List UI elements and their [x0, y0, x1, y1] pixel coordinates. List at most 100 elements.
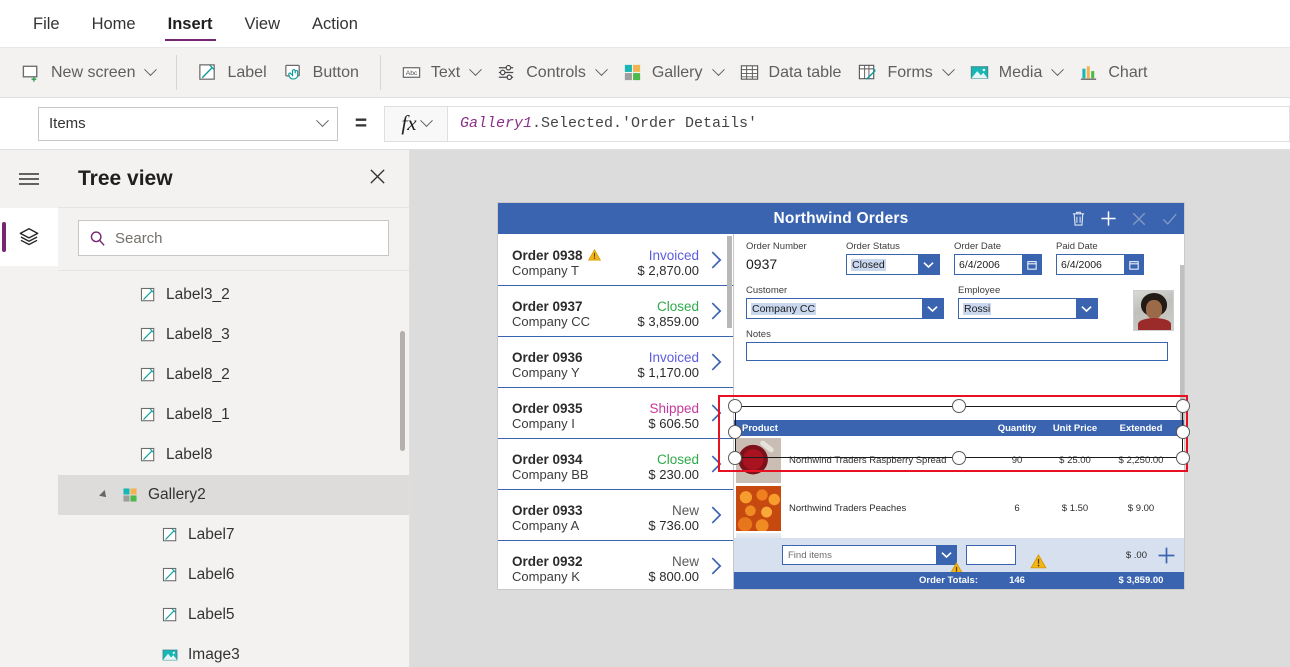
tree-node-label8[interactable]: Label8	[58, 435, 409, 475]
new-screen-button[interactable]: New screen	[13, 56, 163, 89]
button-button[interactable]: Button	[275, 56, 367, 89]
close-icon[interactable]	[364, 163, 391, 195]
cancel-icon[interactable]	[1131, 211, 1147, 227]
chevron-right-icon[interactable]	[710, 455, 723, 474]
notes-input[interactable]	[746, 342, 1168, 361]
order-date-input[interactable]: 6/4/2006	[954, 254, 1042, 275]
chevron-right-icon[interactable]	[710, 302, 723, 321]
calendar-icon[interactable]	[1022, 255, 1041, 274]
customer-dropdown[interactable]: Company CC	[746, 298, 944, 319]
employee-value: Rossi	[963, 302, 992, 315]
order-number-value: 0937	[746, 256, 778, 272]
confirm-icon[interactable]	[1161, 211, 1178, 227]
resize-handle-middle-right[interactable]	[1176, 425, 1190, 439]
chevron-down-icon	[594, 63, 608, 77]
plus-icon[interactable]	[1157, 546, 1176, 565]
chart-button[interactable]: Chart	[1070, 56, 1155, 89]
menu-item-action[interactable]: Action	[309, 4, 361, 44]
add-icon[interactable]	[1100, 210, 1117, 227]
find-items-dropdown[interactable]: Find items	[782, 545, 957, 565]
resize-handle-top-left[interactable]	[728, 399, 742, 413]
order-row-top: Order 0936 Invoiced	[512, 350, 725, 365]
tree-node-label5[interactable]: Label5	[58, 595, 409, 635]
chevron-right-icon[interactable]	[710, 557, 723, 576]
dropdown-chevron-icon[interactable]	[922, 299, 943, 318]
work-area: Tree view Search Label3_2 Label8_3 Label…	[0, 150, 1290, 667]
product-row[interactable]: Northwind Traders Peaches 6 $ 1.50 $ 9.0…	[734, 484, 1184, 532]
resize-handle-bottom-center[interactable]	[952, 451, 966, 465]
data-table-button[interactable]: Data table	[731, 56, 850, 89]
order-status-dropdown[interactable]: Closed	[846, 254, 940, 275]
resize-handle-bottom-left[interactable]	[728, 451, 742, 465]
order-row[interactable]: Order 0934 Closed Company BB $ 230.00	[498, 438, 733, 489]
controls-button[interactable]: Controls	[488, 56, 614, 89]
orders-scrollbar-thumb[interactable]	[727, 236, 732, 328]
gallery-button[interactable]: Gallery	[614, 56, 731, 89]
tree-node-list[interactable]: Label3_2 Label8_3 Label8_2 Label8_1 Labe…	[58, 271, 409, 667]
tree-expander-button[interactable]	[96, 490, 112, 500]
customer-label: Customer	[746, 285, 788, 296]
order-row[interactable]: Order 0932 New Company K $ 800.00	[498, 540, 733, 589]
fx-button[interactable]: fx	[384, 105, 448, 142]
chevron-down-icon	[419, 114, 433, 128]
resize-handle-middle-left[interactable]	[728, 425, 742, 439]
order-row[interactable]: Order 0936 Invoiced Company Y $ 1,170.00	[498, 336, 733, 387]
search-input[interactable]	[115, 229, 378, 247]
media-button[interactable]: Media	[961, 56, 1071, 89]
order-totals-amount: $ 3,859.00	[1118, 575, 1164, 586]
tree-node-label6[interactable]: Label6	[58, 555, 409, 595]
resize-handle-top-center[interactable]	[952, 399, 966, 413]
button-button-label: Button	[312, 63, 359, 81]
chevron-right-icon[interactable]	[710, 353, 723, 372]
hamburger-menu-button[interactable]	[0, 150, 58, 208]
rail-item-tree-view[interactable]	[0, 208, 58, 266]
tree-search-box[interactable]	[78, 220, 389, 256]
tree-node-gallery2[interactable]: Gallery2	[58, 475, 409, 515]
resize-handle-top-right[interactable]	[1176, 399, 1190, 413]
order-row[interactable]: Order 0933 New Company A $ 736.00	[498, 489, 733, 540]
tree-node-label7[interactable]: Label7	[58, 515, 409, 555]
text-button[interactable]: Abc Text	[393, 56, 488, 89]
tree-node-image3[interactable]: Image3	[58, 635, 409, 667]
forms-button[interactable]: Forms	[849, 56, 960, 89]
order-status: Closed	[656, 452, 699, 467]
order-id: Order 0938	[512, 248, 601, 263]
formula-rest: .Selected.'Order Details'	[532, 115, 758, 132]
order-id: Order 0935	[512, 401, 583, 416]
label-button[interactable]: Label	[189, 56, 274, 89]
app-preview: Northwind Orders Order 0938 Invoiced Com…	[498, 203, 1184, 589]
chevron-right-icon[interactable]	[710, 506, 723, 525]
order-row-top: Order 0934 Closed	[512, 452, 725, 467]
tree-node-label8_1[interactable]: Label8_1	[58, 395, 409, 435]
app-canvas[interactable]: Northwind Orders Order 0938 Invoiced Com…	[410, 150, 1290, 667]
menu-item-home[interactable]: Home	[89, 4, 139, 44]
field-order-number: Order Number 0937	[746, 241, 832, 275]
gallery-icon	[123, 488, 137, 502]
delete-icon[interactable]	[1071, 210, 1086, 227]
dropdown-chevron-icon[interactable]	[918, 255, 939, 274]
add-quantity-input[interactable]	[966, 545, 1016, 565]
menu-item-file[interactable]: File	[30, 4, 63, 44]
property-select[interactable]: Items	[38, 106, 338, 141]
detail-scrollbar-thumb[interactable]	[1180, 265, 1184, 420]
tree-node-label8_2[interactable]: Label8_2	[58, 355, 409, 395]
tree-node-label3_2[interactable]: Label3_2	[58, 275, 409, 315]
formula-input[interactable]: Gallery1 .Selected.'Order Details'	[448, 105, 1290, 142]
search-icon	[90, 230, 105, 246]
paid-date-input[interactable]: 6/4/2006	[1056, 254, 1144, 275]
chevron-right-icon[interactable]	[710, 404, 723, 423]
tree-node-label8_3[interactable]: Label8_3	[58, 315, 409, 355]
orders-gallery[interactable]: Order 0938 Invoiced Company T $ 2,870.00	[498, 234, 734, 589]
dropdown-chevron-icon[interactable]	[1076, 299, 1097, 318]
tree-scrollbar-thumb[interactable]	[400, 331, 405, 451]
employee-dropdown[interactable]: Rossi	[958, 298, 1098, 319]
resize-handle-bottom-right[interactable]	[1176, 451, 1190, 465]
order-row[interactable]: Order 0938 Invoiced Company T $ 2,870.00	[498, 234, 733, 285]
chevron-right-icon[interactable]	[710, 250, 723, 269]
menu-item-view[interactable]: View	[242, 4, 283, 44]
order-row[interactable]: Order 0937 Closed Company CC $ 3,859.00	[498, 285, 733, 336]
menu-item-insert[interactable]: Insert	[164, 4, 216, 44]
calendar-icon[interactable]	[1124, 255, 1143, 274]
layers-icon	[19, 228, 39, 246]
order-row[interactable]: Order 0935 Shipped Company I $ 606.50	[498, 387, 733, 438]
